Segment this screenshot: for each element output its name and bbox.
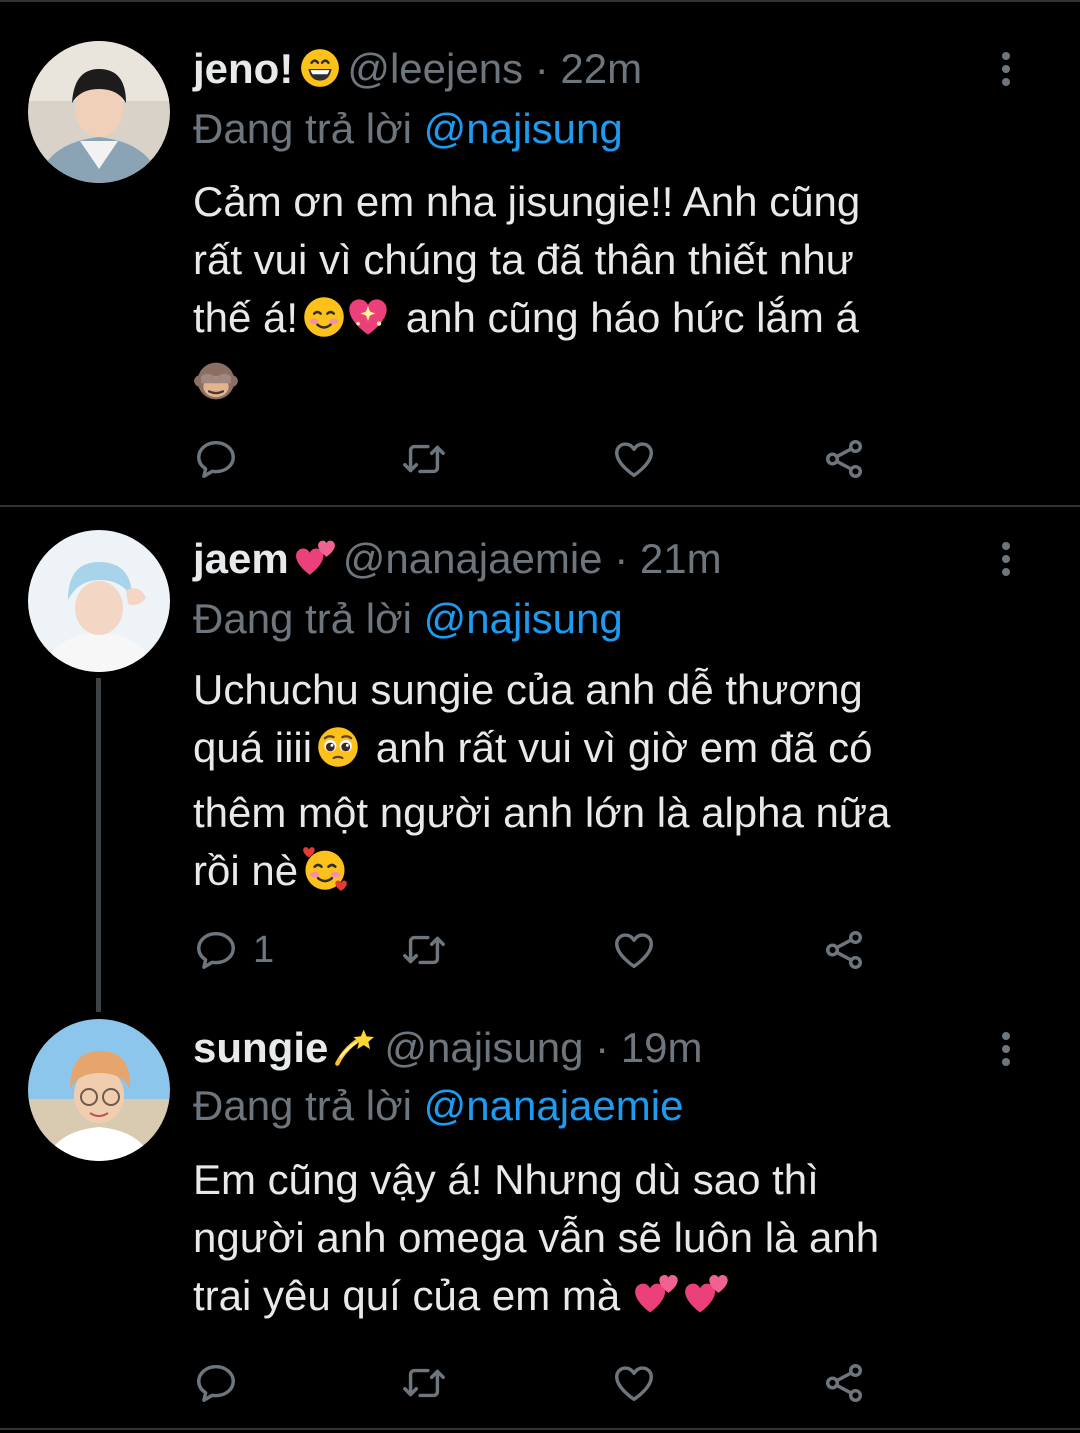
reply-icon <box>193 1360 239 1406</box>
action-bar <box>193 1358 893 1408</box>
display-name[interactable]: sungie <box>193 1024 328 1071</box>
retweet-button[interactable] <box>401 1358 461 1408</box>
like-icon <box>611 1360 657 1406</box>
tweet-text-line: người anh omega vẫn sẽ luôn là anh <box>193 1214 880 1261</box>
replying-to-label: Đang trả lời <box>193 1082 412 1129</box>
reply-mention-link[interactable]: @nanajaemie <box>424 1082 684 1129</box>
reply-button[interactable] <box>193 1358 253 1408</box>
tweet-text-line: trai yêu quí của em mà <box>193 1267 1023 1332</box>
tweet-3[interactable]: sungie @najisung · 19m Đang trả lời @nana… <box>0 0 1080 1433</box>
replying-to-line: Đang trả lời @nanajaemie <box>193 1081 683 1131</box>
more-options-icon[interactable] <box>994 1029 1018 1069</box>
share-icon <box>821 1360 867 1406</box>
tweet-header: sungie @najisung · 19m <box>193 1023 703 1079</box>
tweet-text: Em cũng vậy á! Nhưng dù sao thì người an… <box>193 1151 1023 1332</box>
dizzy-emoji <box>334 1024 378 1079</box>
timestamp[interactable]: 19m <box>621 1024 703 1071</box>
two-hearts-emoji <box>634 1271 680 1332</box>
separator-dot: · <box>595 1024 610 1071</box>
share-button[interactable] <box>821 1358 867 1408</box>
user-handle[interactable]: @najisung <box>384 1024 583 1071</box>
two-hearts-emoji <box>684 1271 730 1332</box>
avatar[interactable] <box>28 1019 170 1161</box>
retweet-icon <box>401 1360 447 1406</box>
tweet-text-line: Em cũng vậy á! Nhưng dù sao thì <box>193 1156 819 1203</box>
like-button[interactable] <box>611 1358 671 1408</box>
tweet-divider <box>0 1428 1080 1430</box>
